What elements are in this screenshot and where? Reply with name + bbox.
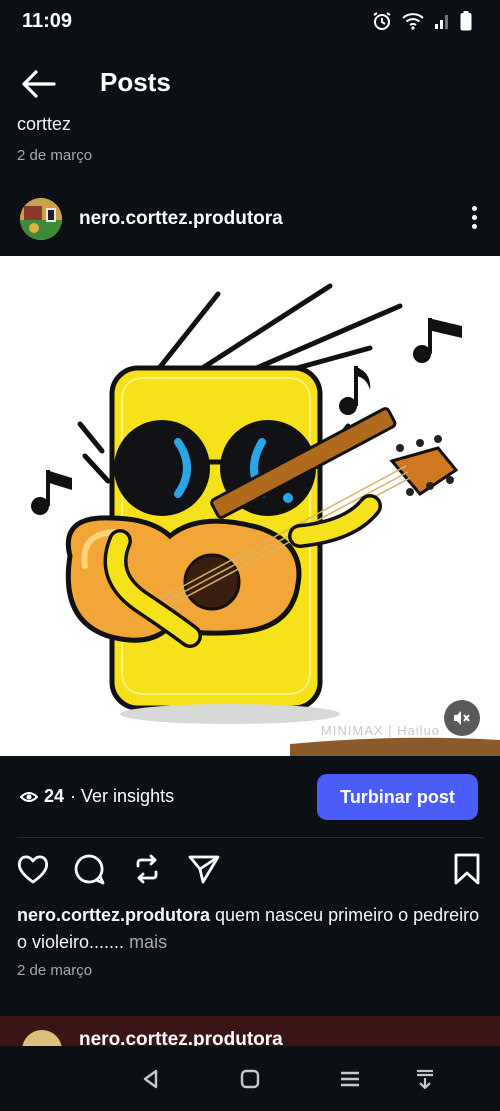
app-bar: Posts: [0, 56, 500, 112]
next-post-header: nero.corttez.produtora: [0, 1016, 500, 1046]
eye-icon: [20, 791, 38, 802]
share-icon[interactable]: [187, 852, 221, 886]
divider: [17, 837, 483, 838]
post-header: nero.corttez.produtora: [0, 196, 500, 244]
previous-post-date: 2 de março: [17, 147, 93, 164]
repost-icon[interactable]: [130, 852, 164, 886]
status-icons: [372, 11, 472, 31]
page-title: Posts: [100, 67, 171, 97]
signal-icon: [435, 15, 448, 29]
caption-more-link[interactable]: mais: [129, 932, 167, 952]
view-count: 24: [44, 786, 65, 806]
alarm-icon: [373, 12, 391, 30]
previous-post-caption: corttez: [17, 114, 72, 134]
post-actions: [0, 850, 500, 890]
post-media[interactable]: MINIMAX | Hailuo: [0, 256, 500, 756]
post-date: 2 de março: [17, 962, 93, 979]
heart-icon[interactable]: [16, 852, 50, 886]
more-options-icon[interactable]: [470, 206, 478, 232]
insights-row: 24 · Ver insights Turbinar post: [0, 772, 500, 822]
nav-recents-icon[interactable]: [336, 1066, 364, 1092]
boost-post-button[interactable]: Turbinar post: [317, 774, 478, 820]
mute-toggle[interactable]: [444, 700, 480, 736]
post-username[interactable]: nero.corttez.produtora: [79, 208, 283, 230]
caption-username[interactable]: nero.corttez.produtora: [17, 905, 210, 925]
avatar-image: [20, 198, 62, 240]
status-bar: 11:09: [0, 0, 500, 46]
nav-keyboard-hide-icon[interactable]: [411, 1066, 439, 1092]
muted-speaker-icon: [454, 711, 470, 725]
nav-back-icon[interactable]: [137, 1066, 165, 1092]
wifi-icon: [402, 13, 424, 30]
post-caption: nero.corttez.produtora quem nasceu prime…: [17, 902, 487, 956]
avatar[interactable]: [20, 198, 62, 240]
view-insights-link[interactable]: 24 · Ver insights: [20, 786, 174, 807]
back-arrow-icon[interactable]: [20, 68, 56, 100]
next-post-avatar[interactable]: [22, 1030, 62, 1046]
nav-home-icon[interactable]: [236, 1066, 264, 1092]
bookmark-icon[interactable]: [450, 852, 484, 886]
status-time: 11:09: [22, 10, 73, 32]
next-post-username[interactable]: nero.corttez.produtora: [79, 1029, 283, 1046]
media-watermark: MINIMAX | Hailuo: [320, 723, 440, 738]
cartoon-illustration: [31, 283, 500, 756]
battery-icon: [460, 11, 472, 31]
system-nav-bar: [0, 1046, 500, 1111]
insights-label: · Ver insights: [70, 786, 175, 806]
comment-icon[interactable]: [72, 852, 106, 886]
